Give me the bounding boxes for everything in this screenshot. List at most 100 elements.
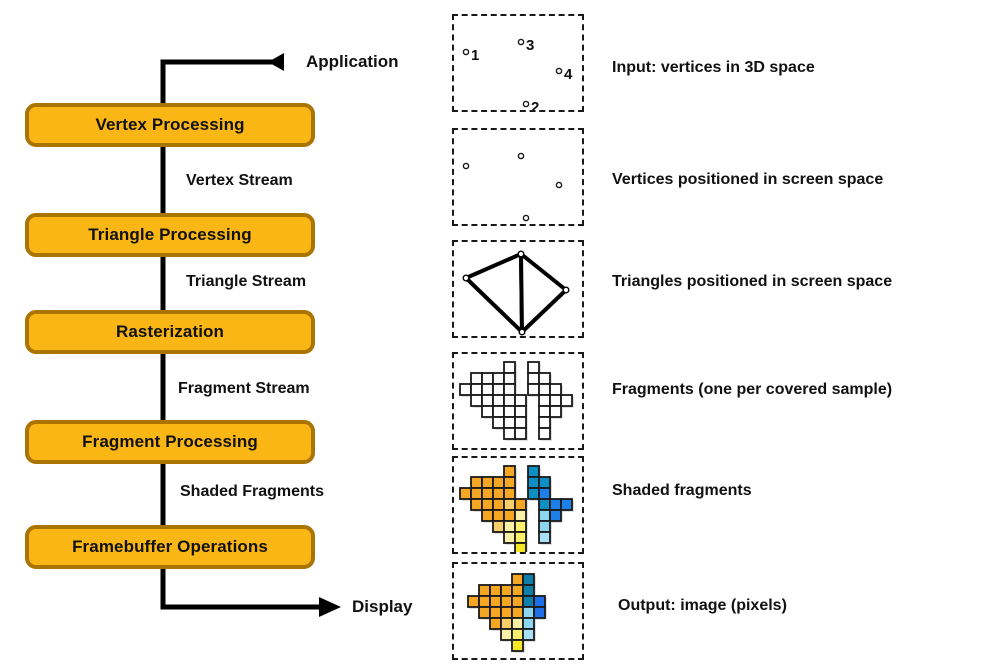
fragment-right-cell <box>538 427 551 440</box>
panel-output-image <box>452 562 584 660</box>
caption-fragments: Fragments (one per covered sample) <box>612 381 893 398</box>
shaded-left-cell <box>503 465 516 478</box>
shaded-left-cell <box>503 487 516 500</box>
triangle-vertex-4 <box>518 328 526 336</box>
vertex-dot-3 <box>555 181 563 189</box>
stage-box-vertex-processing[interactable]: Vertex Processing <box>25 103 315 147</box>
output-pixel-cell <box>533 595 546 608</box>
panel-fragments <box>452 352 584 450</box>
flow-label-triangle-stream: Triangle Stream <box>186 273 307 290</box>
fragment-right-cell <box>538 383 551 396</box>
entry-label-application: Application <box>306 52 399 71</box>
output-pixel-cell <box>500 595 513 608</box>
shaded-left-cell <box>514 520 527 533</box>
output-pixel-cell <box>478 606 491 619</box>
shaded-left-cell <box>481 487 494 500</box>
panel-triangles-screen <box>452 240 584 338</box>
vertex-number-1: 1 <box>471 47 479 64</box>
output-pixel-cell <box>522 628 535 641</box>
shaded-left-cell <box>492 487 505 500</box>
shaded-left-cell <box>470 498 483 511</box>
fragment-left-cell <box>459 383 472 396</box>
entry-arrowhead <box>268 53 284 71</box>
shaded-left-cell <box>514 542 527 552</box>
fragment-right-cell <box>549 394 562 407</box>
output-pixel-cell <box>489 617 502 630</box>
vertex-dot-1 <box>462 48 470 56</box>
fragment-right-cell <box>549 405 562 418</box>
exit-arrowhead <box>319 597 341 617</box>
vertex-dot-2 <box>517 38 525 46</box>
fragment-left-cell <box>503 427 516 440</box>
fragment-left-cell <box>492 405 505 418</box>
fragment-right-cell <box>527 372 540 385</box>
vertex-dot-4 <box>522 100 530 108</box>
fragment-right-cell <box>538 394 551 407</box>
fragment-right-cell <box>527 361 540 374</box>
shaded-right-cell <box>527 476 540 489</box>
flow-label-vertex-stream: Vertex Stream <box>186 172 293 189</box>
panel-vertices-3d: 1 3 4 2 <box>452 14 584 112</box>
fragment-left-cell <box>492 372 505 385</box>
output-pixel-cell <box>489 606 502 619</box>
fragment-left-cell <box>503 383 516 396</box>
fragment-left-cell <box>492 416 505 429</box>
fragment-right-cell <box>527 383 540 396</box>
stage-box-framebuffer-operations[interactable]: Framebuffer Operations <box>25 525 315 569</box>
panel-vertices-screen <box>452 128 584 226</box>
fragment-left-cell <box>470 372 483 385</box>
shaded-right-cell <box>538 498 551 511</box>
shaded-left-cell <box>492 476 505 489</box>
fragment-left-cell <box>470 394 483 407</box>
exit-arrow-path <box>160 569 320 610</box>
panel-shaded-fragments <box>452 456 584 554</box>
shaded-left-cell <box>492 509 505 522</box>
fragment-left-cell <box>481 394 494 407</box>
output-pixel-cell <box>478 595 491 608</box>
fragment-left-cell <box>481 405 494 418</box>
pipeline-diagram: Vertex Processing Triangle Processing Ra… <box>0 0 1000 669</box>
output-pixel-cell <box>533 606 546 619</box>
shaded-left-cell <box>470 476 483 489</box>
output-pixel-cell <box>522 573 535 586</box>
fragment-left-cell <box>503 394 516 407</box>
stage-label: Fragment Processing <box>82 432 258 451</box>
shaded-right-cell <box>549 509 562 522</box>
stage-box-fragment-processing[interactable]: Fragment Processing <box>25 420 315 464</box>
vertex-dot-3 <box>555 67 563 75</box>
stage-box-triangle-processing[interactable]: Triangle Processing <box>25 213 315 257</box>
shaded-left-cell <box>481 509 494 522</box>
output-pixel-cell <box>511 595 524 608</box>
exit-label-display: Display <box>352 597 413 616</box>
shaded-right-cell <box>527 465 540 478</box>
fragment-left-cell <box>492 394 505 407</box>
fragment-right-cell <box>538 405 551 418</box>
output-pixel-cell <box>511 584 524 597</box>
shaded-right-cell <box>549 498 562 511</box>
entry-arrow-path <box>160 59 284 103</box>
shaded-left-cell <box>514 498 527 511</box>
fragment-left-cell <box>514 416 527 429</box>
stage-box-rasterization[interactable]: Rasterization <box>25 310 315 354</box>
vertex-dot-4 <box>522 214 530 222</box>
output-pixel-cell <box>489 595 502 608</box>
triangle-vertex-2 <box>517 250 525 258</box>
shaded-right-cell <box>538 476 551 489</box>
stage-label: Rasterization <box>115 322 225 341</box>
flow-label-fragment-stream: Fragment Stream <box>178 380 310 397</box>
output-pixel-cell <box>522 584 535 597</box>
shaded-left-cell <box>492 520 505 533</box>
fragment-left-cell <box>503 361 516 374</box>
output-pixel-cell <box>511 606 524 619</box>
output-pixel-cell <box>500 584 513 597</box>
stage-label: Vertex Processing <box>95 115 245 134</box>
shaded-left-cell <box>503 498 516 511</box>
triangle-2 <box>519 252 568 334</box>
shaded-left-cell <box>503 476 516 489</box>
output-pixel-cell <box>500 606 513 619</box>
stage-label: Framebuffer Operations <box>72 537 268 556</box>
shaded-left-cell <box>492 498 505 511</box>
output-pixel-cell <box>500 617 513 630</box>
output-pixel-cell <box>522 606 535 619</box>
shaded-left-cell <box>459 487 472 500</box>
